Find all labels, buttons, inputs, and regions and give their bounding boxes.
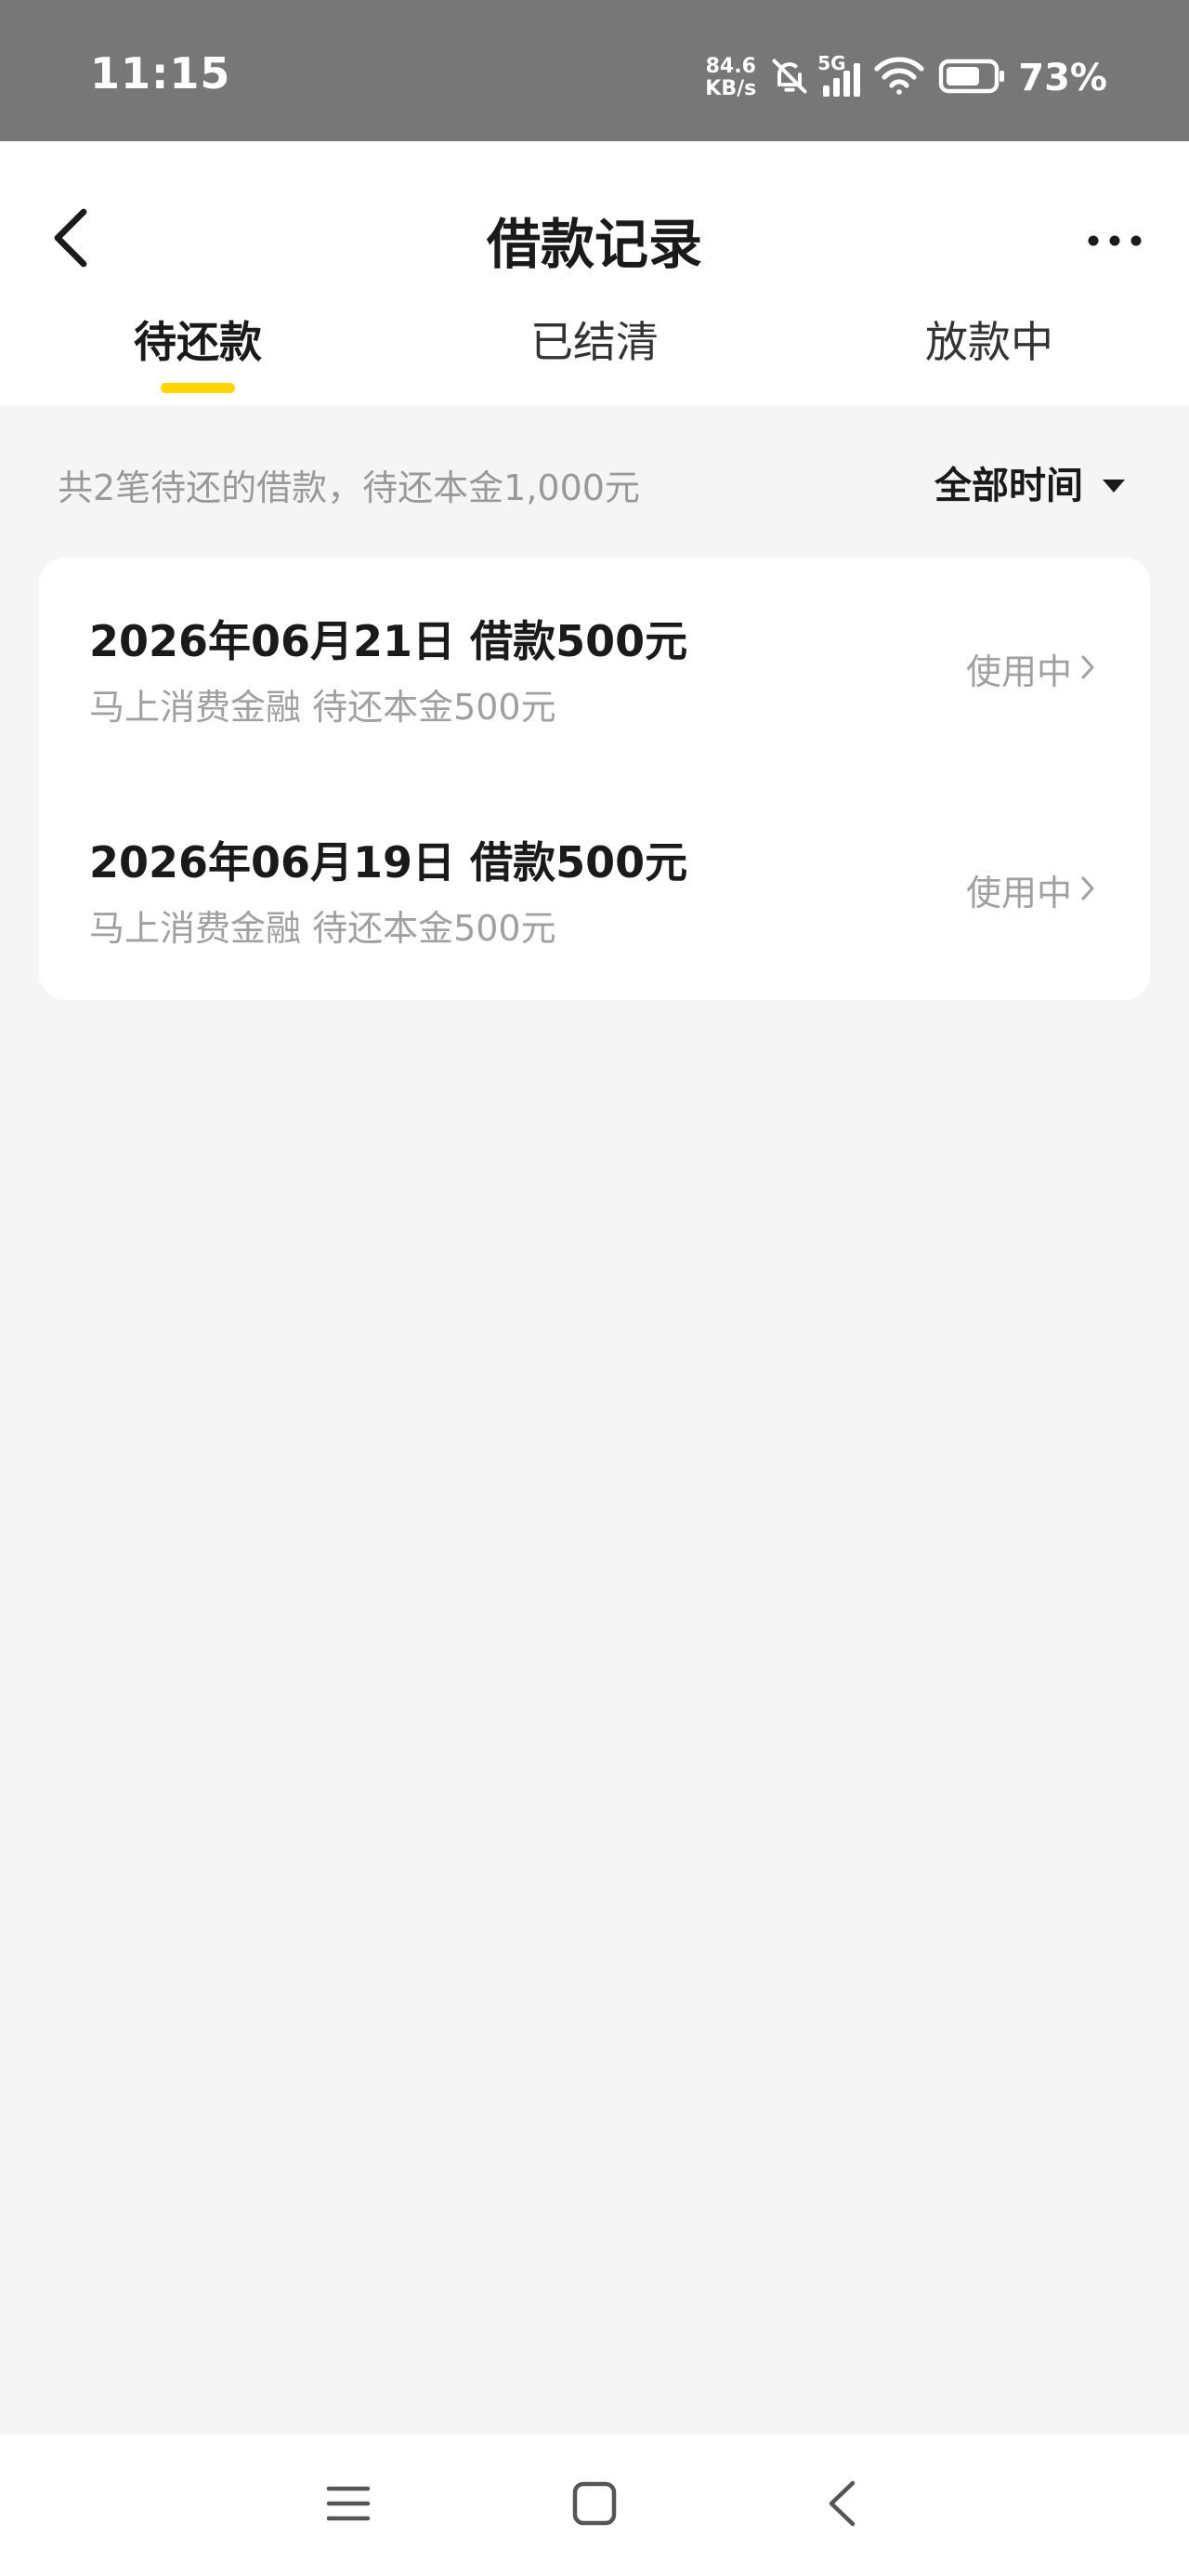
nav-home-button[interactable]: [557, 2472, 632, 2539]
loan-subtitle: 马上消费金融 待还本金500元: [89, 687, 556, 728]
status-icons: 84.6 KB/s 5G 73%: [705, 50, 1107, 106]
tab-active-indicator: [161, 383, 235, 393]
nav-menu-button[interactable]: [311, 2472, 385, 2539]
battery-percent: 73%: [1018, 57, 1107, 99]
tab-disbursing[interactable]: 放款中: [850, 309, 1129, 405]
time-filter-dropdown[interactable]: 全部时间: [934, 455, 1126, 509]
loan-status: 使用中: [966, 643, 1096, 694]
wifi-icon: [873, 56, 925, 100]
back-triangle-icon: [826, 2479, 857, 2531]
tab-bar: 待还款 已结清 放款中: [0, 309, 1189, 405]
bell-muted-icon: [769, 56, 810, 100]
net-speed: 84.6 KB/s: [705, 56, 756, 100]
page-title: 借款记录: [486, 213, 702, 276]
network-type: 5G: [817, 52, 846, 74]
more-dots-icon: [1087, 233, 1143, 251]
tab-label: 放款中: [925, 317, 1053, 367]
tab-settled[interactable]: 已结清: [455, 309, 734, 405]
loan-subtitle: 马上消费金融 待还本金500元: [89, 908, 556, 949]
chevron-right-icon: [1079, 870, 1096, 911]
loan-status: 使用中: [966, 864, 1096, 915]
tab-label: 待还款: [134, 317, 262, 367]
summary-text: 共2笔待还的借款，待还本金1,000元: [58, 467, 640, 508]
net-speed-unit: KB/s: [705, 77, 757, 100]
chevron-right-icon: [1079, 649, 1096, 690]
battery-icon: [938, 58, 1005, 99]
loan-item[interactable]: 2026年06月21日 借款500元 马上消费金融 待还本金500元 使用中: [39, 558, 1150, 779]
app-header: 借款记录 待还款 已结清 放款中: [0, 141, 1189, 405]
system-nav-bar: [0, 2435, 1189, 2576]
net-speed-value: 84.6: [705, 55, 756, 78]
loan-title: 2026年06月19日 借款500元: [89, 837, 688, 887]
more-button[interactable]: [1079, 216, 1150, 268]
nav-back-button[interactable]: [804, 2472, 879, 2539]
status-time: 11:15: [90, 48, 231, 99]
tab-pending-repayment[interactable]: 待还款: [59, 309, 337, 405]
status-bar: 11:15 84.6 KB/s 5G 73%: [0, 0, 1189, 141]
loan-status-label: 使用中: [965, 873, 1072, 913]
loan-title: 2026年06月21日 借款500元: [89, 616, 688, 666]
triangle-down-icon: [1102, 461, 1126, 504]
tab-label: 已结清: [530, 317, 659, 367]
signal-icon: 5G: [817, 52, 861, 97]
square-home-icon: [571, 2480, 618, 2530]
filter-label: 全部时间: [934, 465, 1083, 507]
loan-list-card: 2026年06月21日 借款500元 马上消费金融 待还本金500元 使用中 2…: [39, 558, 1150, 1000]
loan-item[interactable]: 2026年06月19日 借款500元 马上消费金融 待还本金500元 使用中: [39, 779, 1150, 1000]
loan-status-label: 使用中: [965, 651, 1072, 692]
menu-icon: [326, 2483, 371, 2528]
